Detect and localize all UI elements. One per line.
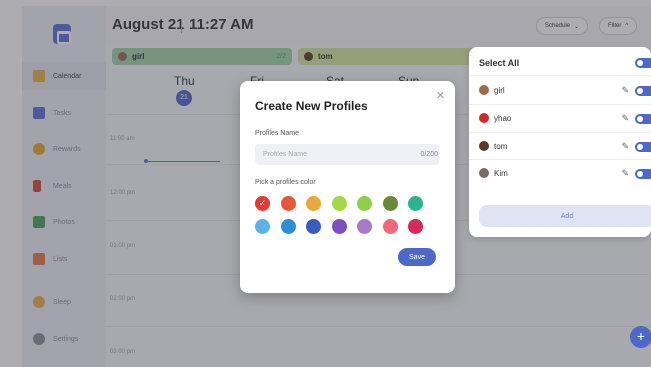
- edit-pencil-icon[interactable]: ✎: [621, 113, 629, 124]
- close-icon[interactable]: ✕: [436, 89, 445, 102]
- char-counter: 0/200: [420, 151, 438, 158]
- add-profile-button[interactable]: Add: [479, 205, 651, 227]
- avatar: [479, 141, 489, 151]
- edit-pencil-icon[interactable]: ✎: [621, 168, 629, 179]
- profile-toggle-kim[interactable]: [635, 169, 651, 179]
- profile-toggle-yhao[interactable]: [635, 114, 651, 124]
- color-swatch[interactable]: [408, 219, 423, 234]
- profile-toggle-girl[interactable]: [635, 86, 651, 96]
- select-all-toggle[interactable]: [635, 58, 651, 68]
- profile-row-yhao: yhao: [479, 112, 511, 124]
- profile-name: Kim: [494, 168, 508, 178]
- plus-icon: +: [636, 328, 646, 344]
- divider: [469, 104, 651, 105]
- edit-pencil-icon[interactable]: ✎: [621, 141, 629, 152]
- save-label: Save: [409, 253, 425, 261]
- edit-pencil-icon[interactable]: ✎: [621, 85, 629, 96]
- avatar: [479, 85, 489, 95]
- save-button[interactable]: Save: [398, 248, 436, 266]
- color-swatch[interactable]: [331, 196, 347, 211]
- dialog-title: Create New Profiles: [255, 99, 368, 113]
- add-event-fab[interactable]: +: [630, 326, 651, 348]
- color-swatch[interactable]: [408, 196, 423, 211]
- profile-filter-panel: Select All girl ✎ yhao ✎ tom ✎ Kim ✎ Add: [469, 47, 651, 237]
- color-picker-label: Pick a profiles color: [255, 179, 316, 186]
- profile-row-tom: tom: [479, 140, 507, 152]
- color-swatch[interactable]: [280, 196, 296, 211]
- avatar: [479, 113, 489, 123]
- divider: [469, 159, 651, 160]
- profile-name: tom: [494, 141, 508, 151]
- profile-name-label: Profiles Name: [255, 130, 299, 137]
- color-swatch[interactable]: [331, 219, 347, 234]
- avatar: [479, 168, 489, 178]
- profile-name: yhao: [494, 113, 512, 123]
- select-all-label: Select All: [479, 58, 520, 68]
- add-label: Add: [560, 212, 574, 220]
- profile-name: girl: [494, 85, 505, 95]
- divider: [469, 132, 651, 133]
- color-swatch[interactable]: [306, 219, 321, 234]
- profile-name-input[interactable]: [255, 144, 439, 165]
- color-swatch[interactable]: [280, 219, 296, 234]
- color-swatch[interactable]: [306, 196, 321, 211]
- color-swatch[interactable]: [382, 219, 398, 234]
- divider: [469, 75, 651, 76]
- create-profile-dialog: Create New Profiles ✕ Profiles Name 0/20…: [240, 81, 455, 293]
- color-swatch[interactable]: [357, 196, 372, 211]
- color-swatch[interactable]: [357, 219, 372, 234]
- profile-row-girl: girl: [479, 84, 505, 96]
- color-swatch[interactable]: [255, 196, 270, 211]
- color-swatch[interactable]: [382, 196, 398, 211]
- profile-row-kim: Kim: [479, 167, 508, 179]
- color-swatch[interactable]: [255, 219, 270, 234]
- profile-toggle-tom[interactable]: [635, 142, 651, 152]
